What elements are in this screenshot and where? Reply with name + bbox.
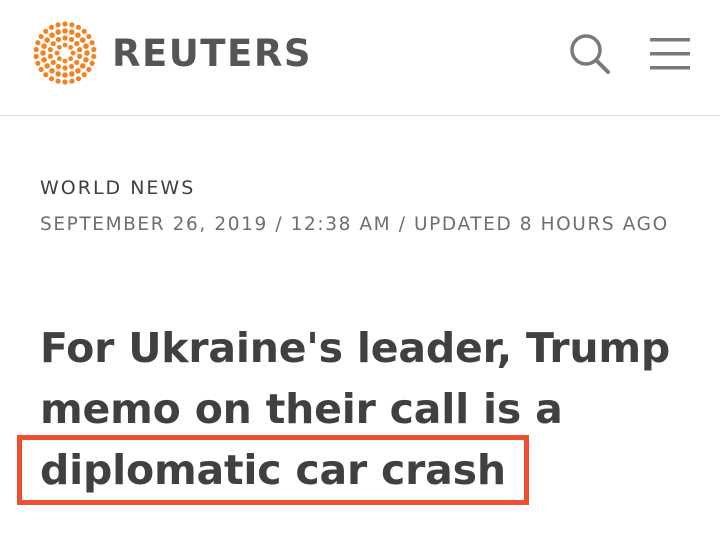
logo-dot <box>50 41 56 47</box>
logo-dot <box>69 22 75 28</box>
logo-dot <box>38 66 44 73</box>
logo-dot <box>89 60 95 66</box>
logo-dot <box>33 46 39 53</box>
menu-button[interactable] <box>646 32 694 76</box>
site-header: REUTERS <box>0 0 720 116</box>
article-headline: For Ukraine's leader, Trump memo on thei… <box>40 324 670 494</box>
logo-dot <box>48 76 55 82</box>
logo-dot <box>75 76 82 82</box>
article-dateline: SEPTEMBER 26, 2019 / 12:38 AM / UPDATED … <box>40 214 669 235</box>
section-label[interactable]: WORLD NEWS <box>40 176 195 200</box>
logo-dot <box>56 44 62 50</box>
logo-dot <box>75 32 81 38</box>
logo-dot <box>81 72 87 78</box>
logo-dot <box>86 66 92 73</box>
logo-dot <box>62 79 68 85</box>
logo-dot <box>62 65 68 71</box>
reuters-dot-logo-icon <box>33 21 97 85</box>
search-button[interactable] <box>566 30 614 78</box>
logo-dot <box>55 78 61 84</box>
logo-dot <box>49 32 55 38</box>
logo-dot <box>89 40 95 46</box>
logo-dot <box>49 68 55 74</box>
brand-wordmark: REUTERS <box>112 31 312 75</box>
logo-dot <box>55 71 61 77</box>
search-icon <box>570 34 610 74</box>
logo-dot <box>62 58 68 64</box>
logo-dot <box>69 78 75 84</box>
logo-dot <box>80 37 86 43</box>
logo-dot <box>55 36 62 43</box>
logo-dot <box>62 21 68 27</box>
hamburger-menu-icon <box>650 38 690 70</box>
logo-dot <box>55 29 61 35</box>
logo-dot <box>44 63 50 69</box>
logo-dot <box>47 53 53 59</box>
article-page: REUTERS WORLD NEWS SEPTEMBER 26, 2019 / … <box>0 0 720 551</box>
logo-dot <box>68 56 74 62</box>
logo-dot <box>47 47 53 53</box>
logo-dot <box>41 57 47 63</box>
logo-dot <box>83 43 89 49</box>
logo-dot <box>68 44 74 50</box>
logo-dot <box>56 56 62 62</box>
logo-dot <box>74 59 80 65</box>
logo-dot <box>33 53 39 60</box>
logo-dot <box>74 41 80 47</box>
logo-dot <box>86 33 92 40</box>
logo-dot <box>40 50 46 56</box>
logo-dot <box>91 53 97 60</box>
logo-dot <box>68 63 75 70</box>
reuters-logo[interactable]: REUTERS <box>30 18 312 88</box>
logo-dot <box>62 35 68 41</box>
logo-dot <box>62 72 68 78</box>
logo-dot <box>84 50 90 56</box>
logo-dot <box>75 68 81 74</box>
logo-dot <box>91 46 97 53</box>
logo-dot <box>54 50 60 56</box>
logo-dot <box>81 28 87 34</box>
logo-dot <box>68 36 75 43</box>
logo-dot <box>55 22 61 28</box>
logo-dot <box>41 43 47 49</box>
logo-dot <box>77 47 83 53</box>
logo-dot <box>70 50 76 56</box>
logo-dot <box>62 28 68 34</box>
logo-dot <box>69 71 75 77</box>
logo-dot <box>44 37 50 43</box>
logo-dot <box>48 24 55 30</box>
logo-dot <box>69 29 75 35</box>
logo-dot <box>77 53 83 59</box>
logo-dot <box>43 28 49 34</box>
logo-dot <box>43 72 49 78</box>
logo-dot <box>75 24 82 30</box>
logo-dot <box>83 57 89 63</box>
logo-dot <box>55 63 62 70</box>
logo-dot <box>38 33 44 40</box>
logo-dot <box>62 42 68 48</box>
logo-dot <box>35 40 41 46</box>
logo-dot <box>35 60 41 66</box>
logo-dot <box>50 59 56 65</box>
logo-dot <box>80 63 86 69</box>
